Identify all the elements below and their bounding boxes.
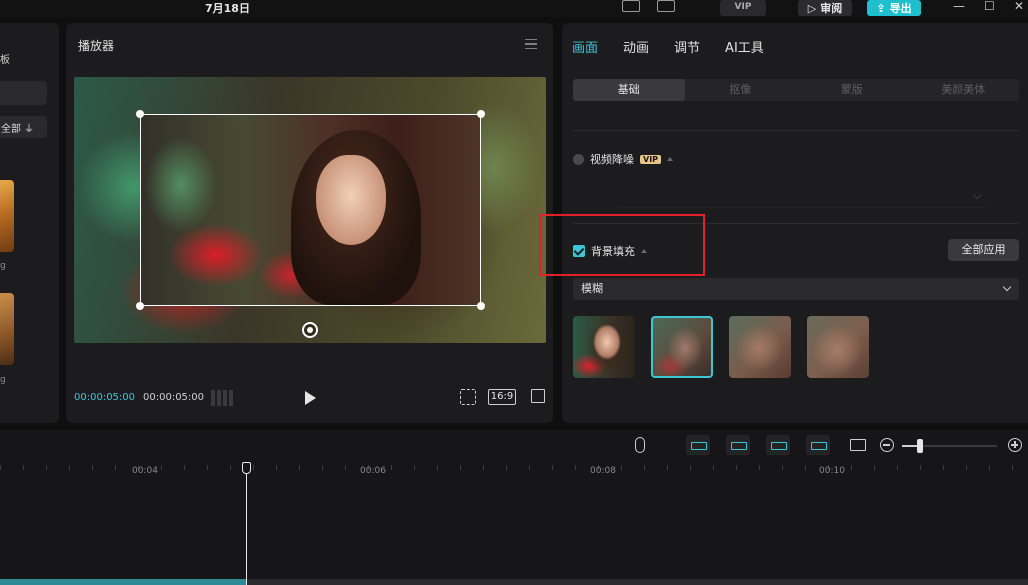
video-track[interactable] bbox=[0, 579, 1028, 585]
subtab-mask[interactable]: 蒙版 bbox=[796, 79, 908, 101]
review-button[interactable]: ▷ 审阅 bbox=[798, 0, 852, 16]
fit-screen-icon[interactable] bbox=[460, 389, 476, 405]
microphone-icon[interactable] bbox=[635, 437, 645, 453]
maximize-icon[interactable]: ☐ bbox=[984, 0, 995, 12]
player-panel: 播放器 00:00:05:00 00:00:05:00 16:9 bbox=[66, 23, 553, 423]
preview-icon[interactable] bbox=[850, 439, 866, 451]
property-tabs: 画面 动画 调节 AI工具 bbox=[572, 37, 789, 56]
highlight-box bbox=[539, 214, 705, 276]
subtab-cutout[interactable]: 抠像 bbox=[685, 79, 797, 101]
resize-handle[interactable] bbox=[477, 110, 485, 118]
subtab-basic[interactable]: 基础 bbox=[573, 79, 685, 101]
fill-mode-select[interactable]: 模糊 bbox=[573, 278, 1019, 300]
player-controls: 00:00:05:00 00:00:05:00 16:9 bbox=[66, 383, 553, 413]
export-label: 导出 bbox=[889, 2, 912, 15]
ruler-tick-label: 00:04 bbox=[132, 466, 158, 476]
magnet-button[interactable] bbox=[726, 435, 750, 455]
playhead-handle[interactable] bbox=[242, 462, 251, 474]
filter-icon: ⏚ bbox=[24, 123, 34, 135]
apply-all-button[interactable]: 全部应用 bbox=[948, 239, 1019, 261]
resize-handle[interactable] bbox=[136, 302, 144, 310]
video-clip[interactable] bbox=[0, 579, 247, 585]
media-search-input[interactable] bbox=[0, 81, 47, 105]
subtab-beauty[interactable]: 美颜美体 bbox=[908, 79, 1020, 101]
playhead[interactable] bbox=[246, 468, 247, 585]
filter-label: 全部 bbox=[1, 123, 21, 135]
tab-ai-tools[interactable]: AI工具 bbox=[725, 37, 764, 56]
preview-canvas[interactable] bbox=[74, 77, 546, 343]
tab-adjust[interactable]: 调节 bbox=[674, 37, 700, 56]
selection-box[interactable] bbox=[140, 114, 481, 306]
export-button[interactable]: ⇪ 导出 bbox=[867, 0, 921, 16]
media-panel-label[interactable]: 板 bbox=[0, 51, 10, 66]
waveform-icon[interactable] bbox=[211, 390, 233, 406]
blur-option[interactable] bbox=[729, 316, 791, 378]
menu-icon[interactable] bbox=[525, 39, 537, 49]
blur-option[interactable] bbox=[573, 316, 635, 378]
play-icon[interactable] bbox=[305, 391, 316, 405]
vip-badge[interactable]: VIP bbox=[720, 0, 766, 16]
media-thumbnail-label: g bbox=[0, 261, 6, 271]
total-timecode: 00:00:05:00 bbox=[143, 392, 205, 403]
player-title: 播放器 bbox=[78, 39, 115, 53]
picture-subtabs: 基础 抠像 蒙版 美颜美体 bbox=[573, 79, 1019, 101]
denoise-label: 视频降噪 bbox=[590, 153, 634, 166]
review-icon: ▷ bbox=[807, 1, 817, 15]
aspect-ratio-button[interactable]: 16:9 bbox=[488, 389, 516, 405]
rotate-icon[interactable] bbox=[302, 322, 318, 338]
zoom-slider-knob[interactable] bbox=[917, 439, 923, 453]
ruler-tick-label: 00:06 bbox=[360, 466, 386, 476]
media-thumbnail-label: g bbox=[0, 375, 6, 385]
denoise-row: 视频降噪 VIP bbox=[573, 151, 674, 167]
current-timecode: 00:00:05:00 bbox=[74, 392, 136, 403]
resize-handle[interactable] bbox=[477, 302, 485, 310]
preview-axis-button[interactable] bbox=[766, 435, 790, 455]
blur-option[interactable] bbox=[807, 316, 869, 378]
zoom-out-icon[interactable] bbox=[880, 438, 894, 452]
fill-mode-value: 模糊 bbox=[581, 282, 603, 295]
link-clips-button[interactable] bbox=[686, 435, 710, 455]
timeline-toolbar bbox=[0, 430, 1028, 462]
project-date: 7月18日 bbox=[205, 2, 250, 15]
split-link-button[interactable] bbox=[806, 435, 830, 455]
media-panel: 板 全部 ⏚ g g bbox=[0, 23, 59, 423]
zoom-in-icon[interactable] bbox=[1008, 438, 1022, 452]
denoise-level-select bbox=[618, 186, 988, 208]
tab-animation[interactable]: 动画 bbox=[623, 37, 649, 56]
divider bbox=[573, 130, 1019, 131]
title-bar: 7月18日 VIP ▷ 审阅 ⇪ 导出 — ☐ ✕ bbox=[0, 0, 1028, 17]
media-thumbnail[interactable] bbox=[0, 180, 14, 252]
chevron-down-icon bbox=[1002, 282, 1012, 292]
fullscreen-icon[interactable] bbox=[531, 389, 545, 403]
resize-handle[interactable] bbox=[136, 110, 144, 118]
media-thumbnail[interactable] bbox=[0, 293, 14, 365]
ruler-tick-label: 00:10 bbox=[819, 466, 845, 476]
minimize-icon[interactable]: — bbox=[953, 0, 965, 12]
media-filter-button[interactable]: 全部 ⏚ bbox=[0, 116, 47, 138]
caret-up-icon[interactable] bbox=[667, 157, 674, 161]
chevron-down-icon bbox=[972, 190, 982, 200]
denoise-toggle[interactable] bbox=[573, 153, 584, 165]
vip-tag: VIP bbox=[640, 154, 662, 164]
ruler-tick-label: 00:08 bbox=[590, 466, 616, 476]
tab-picture[interactable]: 画面 bbox=[572, 37, 598, 56]
keyboard-icon[interactable] bbox=[622, 0, 640, 12]
close-icon[interactable]: ✕ bbox=[1014, 0, 1024, 12]
layout-icon[interactable] bbox=[657, 0, 675, 12]
timeline-tracks[interactable] bbox=[0, 482, 1028, 585]
review-label: 审阅 bbox=[820, 2, 843, 15]
blur-option-selected[interactable] bbox=[651, 316, 713, 378]
upload-icon: ⇪ bbox=[876, 1, 886, 15]
